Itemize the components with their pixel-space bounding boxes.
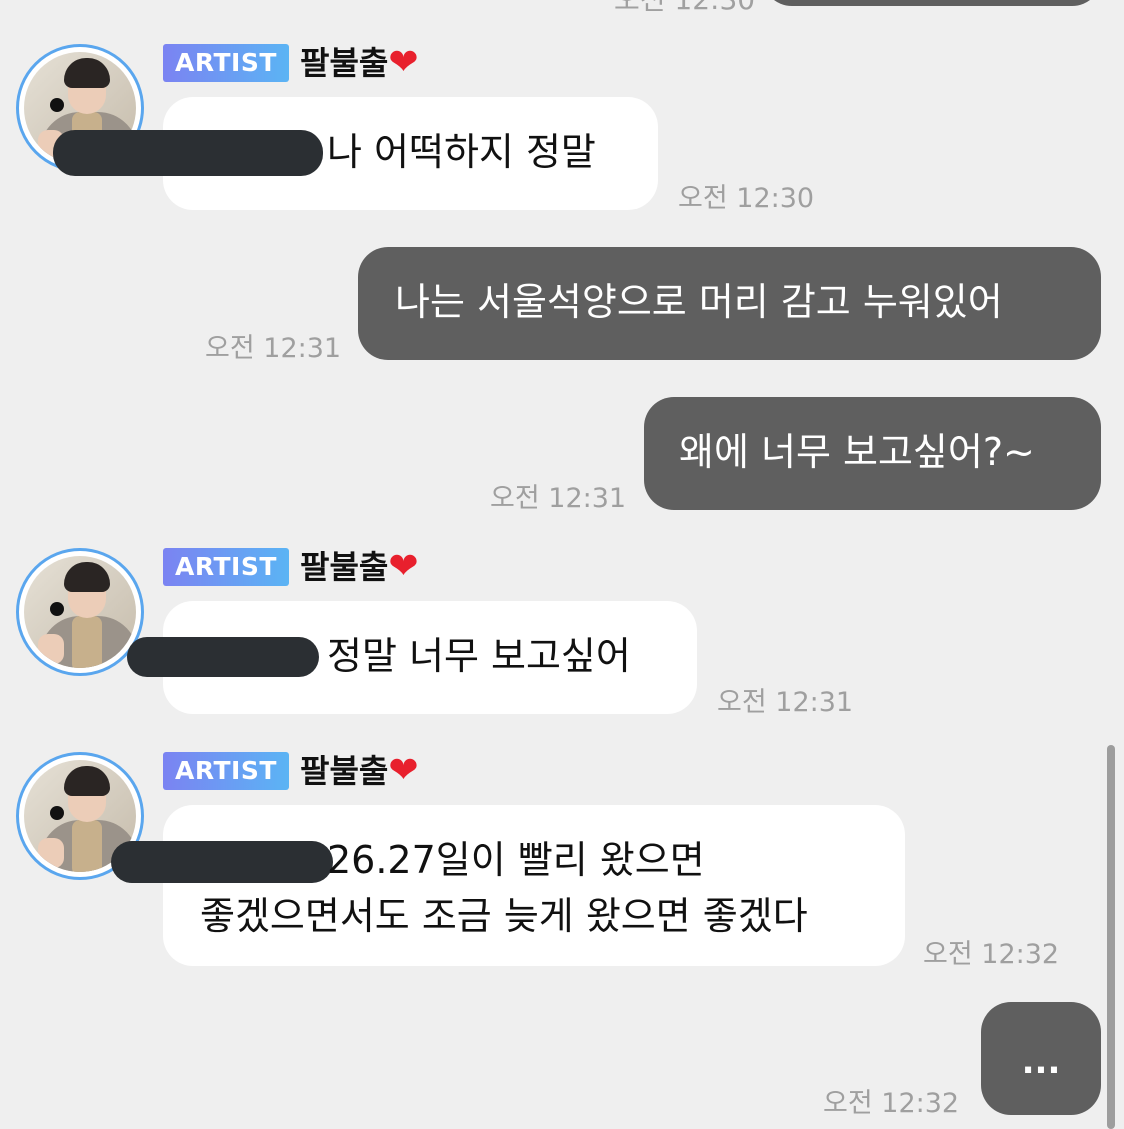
message-text: 나는 서울석양으로 머리 감고 누워있어 <box>395 280 1003 324</box>
redacted-text <box>111 841 333 883</box>
outgoing-message-bubble-partial[interactable] <box>762 0 1102 6</box>
message-timestamp: 오전 12:32 <box>823 1088 960 1119</box>
redacted-text <box>53 130 323 176</box>
sender-name-row: 팔불출❤ <box>300 750 419 791</box>
message-timestamp: 오전 12:30 <box>614 0 755 18</box>
message-text: 정말 너무 보고싶어 <box>327 634 631 678</box>
message-timestamp: 오전 12:30 <box>678 183 815 214</box>
heart-icon: ❤ <box>388 546 419 587</box>
sender-name-row: 팔불출❤ <box>300 546 419 587</box>
message-timestamp: 오전 12:31 <box>490 483 627 514</box>
message-timestamp: 오전 12:31 <box>717 687 854 718</box>
sender-name: 팔불출 <box>300 44 389 82</box>
sender-name: 팔불출 <box>300 752 389 790</box>
message-text-line: 좋겠으면서도 조금 늦게 왔으면 좋겠다 <box>200 894 808 938</box>
sender-name-row: 팔불출❤ <box>300 42 419 83</box>
message-timestamp: 오전 12:32 <box>923 939 1060 970</box>
incoming-message-bubble[interactable]: 나 어떡하지 정말 <box>53 97 658 210</box>
message-timestamp: 오전 12:31 <box>205 333 342 364</box>
incoming-message-bubble[interactable]: 26.27일이 빨리 왔으면 좋겠으면서도 조금 늦게 왔으면 좋겠다 <box>111 805 905 966</box>
message-text-line: 26.27일이 빨리 왔으면 <box>327 838 705 882</box>
incoming-message-bubble[interactable]: 정말 너무 보고싶어 <box>127 601 697 714</box>
heart-icon: ❤ <box>388 42 419 83</box>
ellipsis-text: ... <box>1021 1042 1061 1082</box>
outgoing-message-bubble[interactable]: ... <box>981 1002 1101 1115</box>
artist-badge: ARTIST <box>163 548 289 586</box>
artist-badge: ARTIST <box>163 44 289 82</box>
message-text: 나 어떡하지 정말 <box>327 130 596 174</box>
sender-name: 팔불출 <box>300 548 389 586</box>
avatar-photo <box>24 556 136 668</box>
scrollbar[interactable] <box>1107 745 1115 1129</box>
message-text: 왜에 너무 보고싶어?~ <box>679 430 1035 474</box>
redacted-text <box>127 637 319 677</box>
outgoing-message-bubble[interactable]: 왜에 너무 보고싶어?~ <box>644 397 1101 510</box>
heart-icon: ❤ <box>388 750 419 791</box>
outgoing-message-bubble[interactable]: 나는 서울석양으로 머리 감고 누워있어 <box>358 247 1101 360</box>
artist-badge: ARTIST <box>163 752 289 790</box>
artist-avatar[interactable] <box>16 548 144 676</box>
